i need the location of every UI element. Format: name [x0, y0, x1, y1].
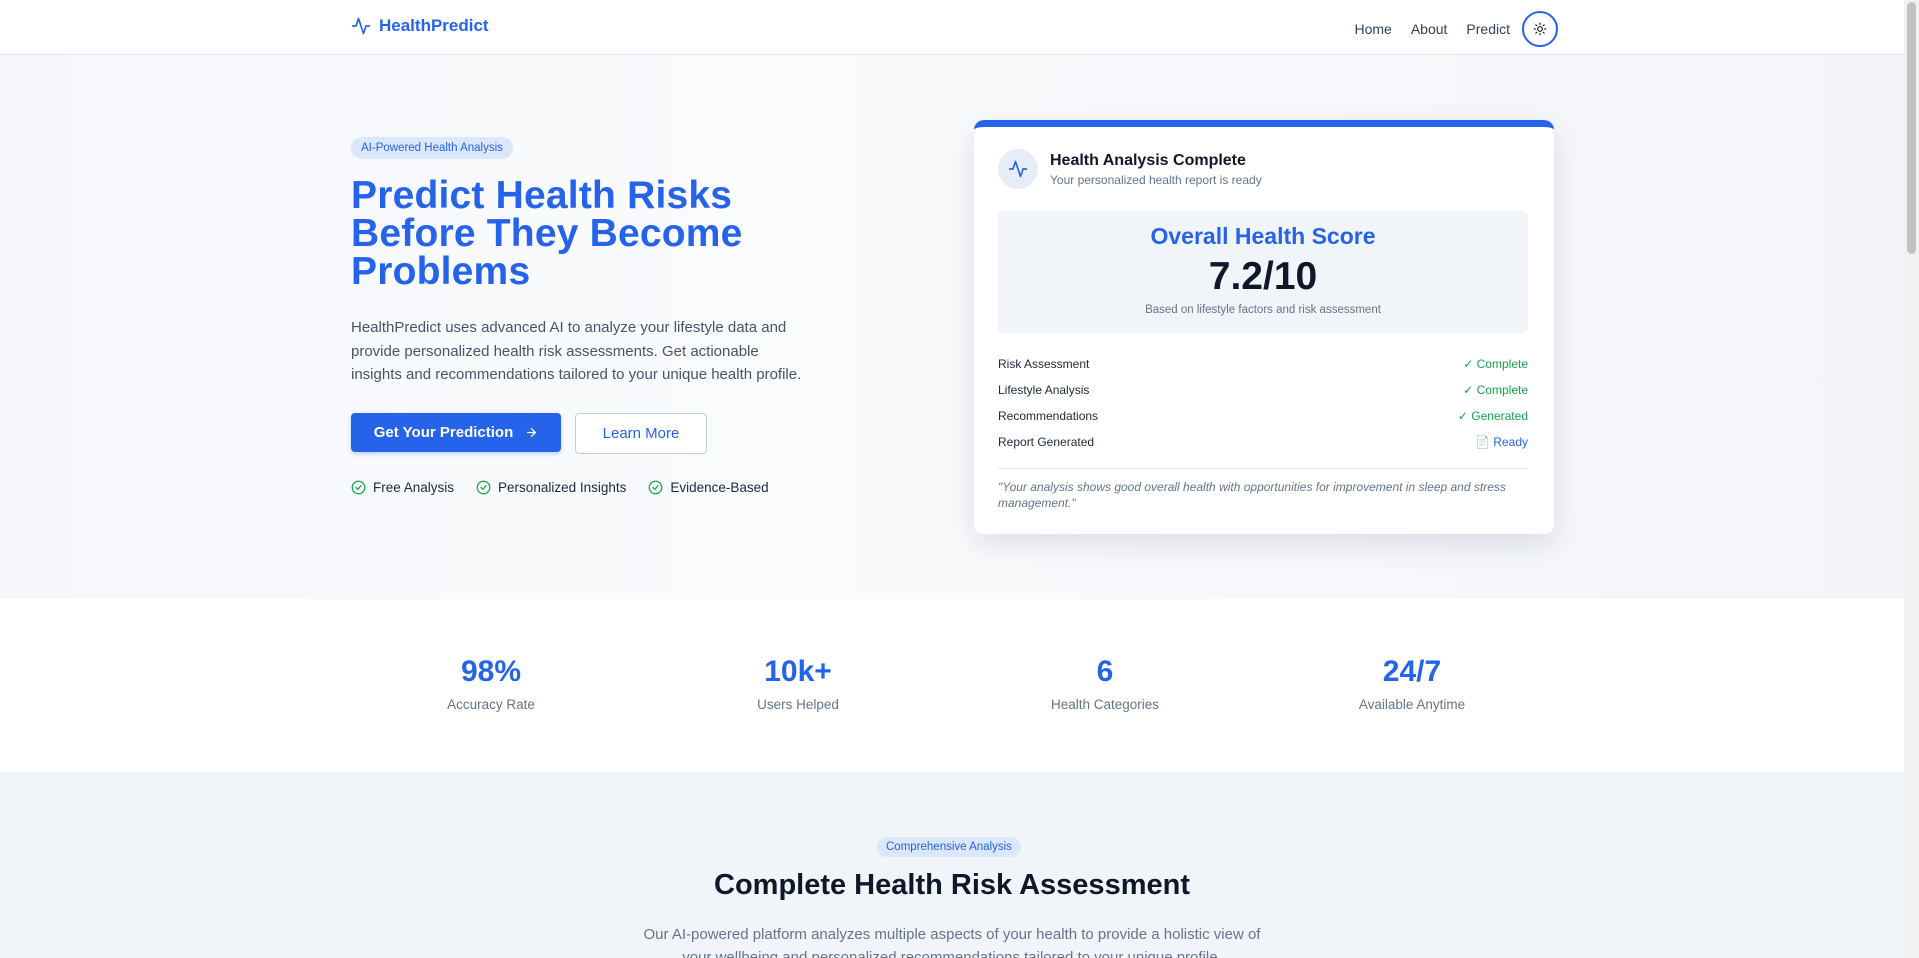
learn-more-button[interactable]: Learn More: [575, 412, 707, 454]
stat-label: Accuracy Rate: [447, 697, 535, 712]
navbar: HealthPredict Home About Predict: [0, 0, 1904, 55]
status-name: Lifestyle Analysis: [998, 383, 1090, 397]
nav-links: Home About Predict: [1354, 11, 1558, 47]
health-analysis-card: Health Analysis Complete Your personaliz…: [974, 120, 1554, 534]
learn-more-label: Learn More: [602, 424, 680, 442]
stats-section: 98% Accuracy Rate 10k+ Users Helped 6 He…: [0, 599, 1904, 772]
status-value: ✓ Complete: [1463, 383, 1528, 397]
stat-value: 10k+: [764, 655, 832, 688]
status-row: Report Generated 📄 Ready: [998, 435, 1528, 461]
status-value: 📄 Ready: [1475, 435, 1528, 449]
feature-item: Free Analysis: [351, 480, 454, 495]
hero-section: AI-Powered Health Analysis Predict Healt…: [0, 55, 1904, 599]
hero-description: HealthPredict uses advanced AI to analyz…: [351, 319, 802, 383]
card-title: Health Analysis Complete: [1050, 151, 1246, 169]
sun-icon: [1533, 22, 1547, 36]
nav-link-about[interactable]: About: [1411, 21, 1448, 37]
status-name: Report Generated: [998, 435, 1095, 449]
stat-accuracy: 98% Accuracy Rate: [391, 655, 591, 712]
stat-label: Available Anytime: [1358, 697, 1466, 712]
card-icon-badge: [998, 149, 1038, 189]
arrow-right-icon: [527, 427, 537, 437]
card-header: Health Analysis Complete Your personaliz…: [998, 149, 1262, 189]
status-value: ✓ Generated: [1457, 409, 1528, 423]
status-name: Recommendations: [998, 409, 1099, 423]
page-scrollbar[interactable]: [1904, 0, 1919, 958]
stat-label: Users Helped: [757, 697, 839, 712]
status-row: Risk Assessment ✓ Complete: [998, 357, 1528, 383]
brand-name: HealthPredict: [379, 16, 489, 35]
check-circle-icon: [476, 480, 491, 494]
status-value: ✓ Complete: [1463, 357, 1528, 371]
hero-title: Predict Health Risks Before They Become …: [351, 174, 743, 293]
feature-label: Evidence-Based: [670, 479, 769, 495]
analysis-quote: "Your analysis shows good overall health…: [998, 480, 1506, 510]
stat-value: 98%: [460, 655, 522, 688]
get-prediction-button[interactable]: Get Your Prediction: [351, 412, 561, 452]
stat-availability: 24/7 Available Anytime: [1312, 655, 1512, 712]
stat-users: 10k+ Users Helped: [698, 655, 898, 712]
score-value: 7.2/10: [1208, 255, 1318, 298]
analysis-description: Our AI-powered platform analyzes multipl…: [643, 926, 1261, 958]
theme-toggle-button[interactable]: [1522, 11, 1558, 47]
feature-item: Personalized Insights: [476, 480, 626, 495]
feature-list: Free Analysis Personalized Insights Evid…: [351, 480, 811, 495]
stat-value: 24/7: [1382, 655, 1442, 688]
nav-link-predict[interactable]: Predict: [1466, 21, 1510, 37]
stat-label: Health Categories: [1050, 697, 1160, 712]
feature-label: Free Analysis: [373, 479, 455, 495]
status-row: Recommendations ✓ Generated: [998, 409, 1528, 435]
stat-value: 6: [1096, 655, 1114, 688]
score-panel: Overall Health Score 7.2/10 Based on lif…: [998, 211, 1528, 333]
score-label: Overall Health Score: [1150, 223, 1376, 249]
activity-icon: [351, 17, 371, 35]
status-name: Risk Assessment: [998, 357, 1090, 371]
analysis-badge: Comprehensive Analysis: [877, 837, 1021, 857]
scrollbar-thumb[interactable]: [1907, 2, 1916, 254]
cta-row: Get Your Prediction Learn More: [351, 412, 811, 454]
status-row: Lifestyle Analysis ✓ Complete: [998, 383, 1528, 409]
check-circle-icon: [351, 480, 366, 494]
analysis-section: Comprehensive Analysis Complete Health R…: [0, 772, 1904, 958]
brand-logo[interactable]: HealthPredict: [351, 16, 489, 36]
get-prediction-label: Get Your Prediction: [373, 423, 514, 441]
card-subtitle: Your personalized health report is ready: [1050, 172, 1262, 187]
feature-item: Evidence-Based: [648, 479, 769, 495]
score-note: Based on lifestyle factors and risk asse…: [1145, 304, 1381, 316]
analysis-title: Complete Health Risk Assessment: [714, 869, 1190, 901]
page: HealthPredict Home About Predict AI-Powe…: [0, 0, 1904, 958]
hero-content: AI-Powered Health Analysis Predict Healt…: [351, 137, 811, 495]
status-list: Risk Assessment ✓ Complete Lifestyle Ana…: [998, 357, 1528, 461]
check-circle-icon: [649, 480, 663, 494]
nav-link-home[interactable]: Home: [1354, 21, 1391, 37]
activity-icon: [1008, 160, 1028, 178]
card-divider: [998, 468, 1528, 469]
feature-label: Personalized Insights: [498, 479, 627, 495]
stat-categories: 6 Health Categories: [1005, 655, 1205, 712]
hero-badge: AI-Powered Health Analysis: [351, 137, 513, 159]
